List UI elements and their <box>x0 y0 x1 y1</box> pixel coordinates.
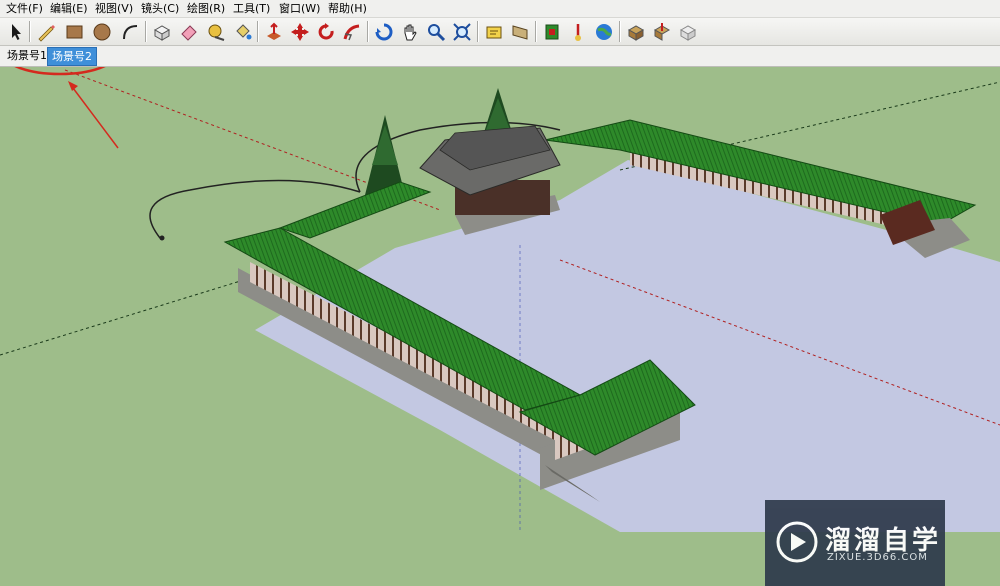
pan-icon[interactable] <box>398 20 421 43</box>
rectangle-icon[interactable] <box>62 20 85 43</box>
toggle-terrain-icon[interactable] <box>566 20 589 43</box>
model-scene <box>0 67 1000 532</box>
watermark-url: ZIXUE.3D66.COM <box>827 552 928 563</box>
scene-tabs-bar: 场景号1 场景号2 <box>0 46 1000 67</box>
menu-camera[interactable]: 镜头(C) <box>139 0 181 17</box>
toolbar <box>0 18 1000 46</box>
menu-file[interactable]: 文件(F) <box>4 0 45 17</box>
select-icon[interactable] <box>4 20 27 43</box>
add-location-icon[interactable] <box>540 20 563 43</box>
zoom-icon[interactable] <box>424 20 447 43</box>
follow-me-icon[interactable] <box>340 20 363 43</box>
model-viewport[interactable]: 溜溜自学 ZIXUE.3D66.COM <box>0 67 1000 586</box>
eraser-icon[interactable] <box>177 20 200 43</box>
arc-icon[interactable] <box>118 20 141 43</box>
push-pull-icon[interactable] <box>262 20 285 43</box>
move-icon[interactable] <box>288 20 311 43</box>
share-component-icon[interactable] <box>676 20 699 43</box>
pencil-line-icon[interactable] <box>34 20 57 43</box>
menu-draw[interactable]: 绘图(R) <box>185 0 227 17</box>
menu-tools[interactable]: 工具(T) <box>231 0 272 17</box>
zoom-extents-icon[interactable] <box>450 20 473 43</box>
menu-help[interactable]: 帮助(H) <box>326 0 369 17</box>
tape-measure-icon[interactable] <box>204 20 227 43</box>
paint-bucket-icon[interactable] <box>231 20 254 43</box>
menu-bar: 文件(F) 编辑(E) 视图(V) 镜头(C) 绘图(R) 工具(T) 窗口(W… <box>0 0 1000 18</box>
get-models-icon[interactable] <box>624 20 647 43</box>
scene-tab-2[interactable]: 场景号2 <box>47 47 97 66</box>
share-model-icon[interactable] <box>650 20 673 43</box>
menu-edit[interactable]: 编辑(E) <box>48 0 90 17</box>
orbit-icon[interactable] <box>372 20 395 43</box>
position-camera-icon[interactable] <box>482 20 505 43</box>
watermark: 溜溜自学 ZIXUE.3D66.COM <box>765 500 945 586</box>
menu-view[interactable]: 视图(V) <box>93 0 135 17</box>
circle-icon[interactable] <box>90 20 113 43</box>
rotate-icon[interactable] <box>314 20 337 43</box>
watermark-logo-icon <box>776 521 818 563</box>
make-component-icon[interactable] <box>150 20 173 43</box>
menu-window[interactable]: 窗口(W) <box>277 0 322 17</box>
scene-tab-1[interactable]: 场景号1 <box>3 47 51 64</box>
google-earth-icon[interactable] <box>592 20 615 43</box>
look-around-icon[interactable] <box>508 20 531 43</box>
